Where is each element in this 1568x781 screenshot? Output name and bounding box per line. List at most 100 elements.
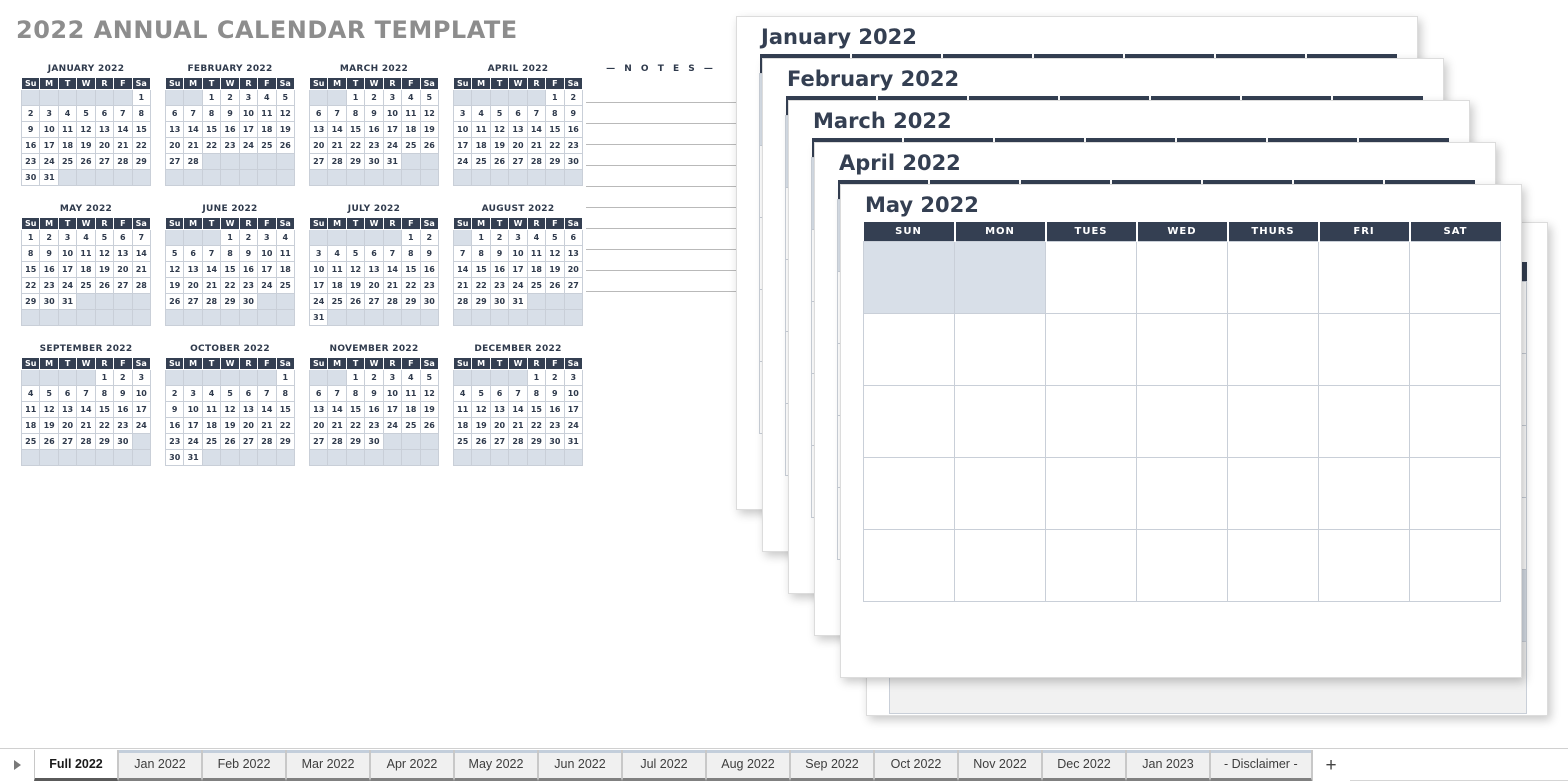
mini-day-cell-empty[interactable] — [201, 169, 222, 186]
mini-day-cell[interactable]: 28 — [76, 433, 96, 450]
mini-day-cell[interactable]: 27 — [308, 153, 329, 170]
mini-day-cell-empty[interactable] — [57, 169, 78, 186]
mini-day-cell[interactable]: 5 — [545, 229, 565, 246]
mini-day-cell-empty[interactable] — [76, 293, 96, 310]
mini-day-cell[interactable]: 14 — [257, 401, 277, 418]
mini-day-cell[interactable]: 21 — [327, 137, 347, 154]
mini-day-cell-empty[interactable] — [113, 293, 133, 310]
mini-day-cell[interactable]: 25 — [201, 433, 222, 450]
day-cell[interactable] — [1227, 384, 1319, 458]
mini-day-cell[interactable]: 7 — [183, 105, 203, 122]
mini-day-cell-empty[interactable] — [364, 229, 384, 246]
month-sheet-background[interactable]: May 2022 SUN MON TUES WED THURS FRI SAT — [840, 184, 1522, 678]
mini-day-cell-empty[interactable] — [238, 369, 259, 386]
day-cell[interactable] — [1045, 240, 1137, 314]
mini-day-cell-empty[interactable] — [471, 309, 491, 326]
mini-day-cell[interactable]: 15 — [401, 261, 421, 278]
mini-day-cell[interactable]: 9 — [238, 245, 259, 262]
mini-day-cell[interactable]: 25 — [20, 433, 41, 450]
mini-day-cell[interactable]: 23 — [39, 277, 59, 294]
mini-day-cell-empty[interactable] — [220, 169, 240, 186]
mini-day-cell-empty[interactable] — [57, 369, 78, 386]
mini-day-cell-empty[interactable] — [113, 309, 133, 326]
mini-day-cell[interactable]: 13 — [164, 121, 185, 138]
mini-day-cell[interactable]: 19 — [419, 121, 440, 138]
mini-day-cell[interactable]: 4 — [57, 105, 78, 122]
sheet-tab-aug-2022[interactable]: Aug 2022 — [706, 750, 790, 781]
mini-day-cell-empty[interactable] — [94, 293, 115, 310]
mini-day-cell[interactable]: 24 — [382, 417, 403, 434]
mini-day-cell[interactable]: 19 — [419, 401, 440, 418]
mini-day-cell[interactable]: 16 — [39, 261, 59, 278]
mini-day-cell[interactable]: 18 — [401, 121, 421, 138]
mini-day-cell-empty[interactable] — [526, 89, 547, 106]
mini-day-cell-empty[interactable] — [308, 169, 329, 186]
mini-calendar[interactable]: JULY 2022 Su M T W R F Sa 1 2 3 4 5 6 7 8 9 10 11 12 13 14 15 1… — [302, 204, 446, 326]
mini-day-cell-empty[interactable] — [164, 169, 185, 186]
mini-day-cell[interactable]: 26 — [545, 277, 565, 294]
mini-day-cell-empty[interactable] — [76, 369, 96, 386]
mini-calendar-grid[interactable]: Su M T W R F Sa 1 2 3 4 5 6 7 8 9 10 11 12 13 14 15 16 17 18 19 20… — [308, 217, 440, 326]
mini-calendar-grid[interactable]: Su M T W R F Sa 1 2 3 4 5 6 7 8 9 10 11 12 13 14 15 16 17 18 19 20… — [20, 217, 152, 326]
mini-day-cell-empty[interactable] — [401, 433, 421, 450]
mini-day-cell[interactable]: 7 — [327, 385, 347, 402]
mini-day-cell[interactable]: 17 — [508, 261, 528, 278]
mini-day-cell[interactable]: 19 — [76, 137, 96, 154]
mini-day-cell[interactable]: 23 — [489, 277, 510, 294]
mini-day-cell[interactable]: 18 — [452, 417, 473, 434]
mini-day-cell-empty[interactable] — [401, 153, 421, 170]
mini-day-cell[interactable]: 10 — [257, 245, 277, 262]
mini-day-cell[interactable]: 30 — [39, 293, 59, 310]
day-cell[interactable] — [954, 312, 1046, 386]
mini-day-cell-empty[interactable] — [131, 309, 152, 326]
mini-day-cell[interactable]: 7 — [131, 229, 152, 246]
mini-day-cell[interactable]: 5 — [220, 385, 240, 402]
mini-day-cell-empty[interactable] — [308, 229, 329, 246]
mini-day-cell[interactable]: 28 — [113, 153, 133, 170]
mini-day-cell[interactable]: 24 — [563, 417, 584, 434]
mini-day-cell[interactable]: 4 — [401, 369, 421, 386]
mini-day-cell-empty[interactable] — [275, 169, 296, 186]
mini-day-cell[interactable]: 22 — [131, 137, 152, 154]
mini-day-cell[interactable]: 30 — [419, 293, 440, 310]
mini-day-cell-empty[interactable] — [201, 153, 222, 170]
mini-day-cell-empty[interactable] — [57, 89, 78, 106]
mini-day-cell[interactable]: 29 — [345, 433, 366, 450]
mini-day-cell[interactable]: 10 — [508, 245, 528, 262]
mini-day-cell-empty[interactable] — [327, 449, 347, 466]
mini-day-cell-empty[interactable] — [20, 309, 41, 326]
mini-day-cell[interactable]: 29 — [545, 153, 565, 170]
mini-day-cell-empty[interactable] — [275, 153, 296, 170]
mini-day-cell[interactable]: 12 — [164, 261, 185, 278]
mini-day-cell[interactable]: 11 — [526, 245, 547, 262]
mini-day-cell[interactable]: 8 — [545, 105, 565, 122]
mini-day-cell[interactable]: 13 — [94, 121, 115, 138]
mini-day-cell-empty[interactable] — [131, 169, 152, 186]
mini-day-cell[interactable]: 6 — [57, 385, 78, 402]
mini-day-cell[interactable]: 25 — [327, 293, 347, 310]
mini-day-cell[interactable]: 4 — [401, 89, 421, 106]
mini-calendar[interactable]: NOVEMBER 2022 Su M T W R F Sa 1 2 3 4 5 6 7 8 9 10 11 12 13 1… — [302, 344, 446, 466]
mini-day-cell-empty[interactable] — [419, 153, 440, 170]
mini-day-cell[interactable]: 5 — [164, 245, 185, 262]
mini-day-cell[interactable]: 22 — [220, 277, 240, 294]
mini-day-cell-empty[interactable] — [401, 309, 421, 326]
mini-calendar[interactable]: MAY 2022 Su M T W R F Sa 1 2 3 4 5 6 7 8 9 10 11 12 13 14 15 16… — [14, 204, 158, 326]
mini-day-cell[interactable]: 2 — [563, 89, 584, 106]
mini-day-cell[interactable]: 8 — [94, 385, 115, 402]
mini-day-cell[interactable]: 3 — [39, 105, 59, 122]
mini-day-cell[interactable]: 21 — [113, 137, 133, 154]
mini-day-cell[interactable]: 30 — [489, 293, 510, 310]
mini-day-cell[interactable]: 26 — [164, 293, 185, 310]
day-cell[interactable] — [1318, 384, 1410, 458]
mini-day-cell[interactable]: 31 — [308, 309, 329, 326]
mini-day-cell[interactable]: 3 — [563, 369, 584, 386]
mini-day-cell[interactable]: 22 — [345, 417, 366, 434]
day-cell[interactable] — [1045, 384, 1137, 458]
mini-day-cell[interactable]: 6 — [113, 229, 133, 246]
mini-day-cell[interactable]: 4 — [452, 385, 473, 402]
mini-day-cell[interactable]: 13 — [57, 401, 78, 418]
tab-scroll-right-button[interactable] — [0, 749, 34, 781]
mini-day-cell-empty[interactable] — [238, 153, 259, 170]
mini-day-cell-empty[interactable] — [76, 309, 96, 326]
